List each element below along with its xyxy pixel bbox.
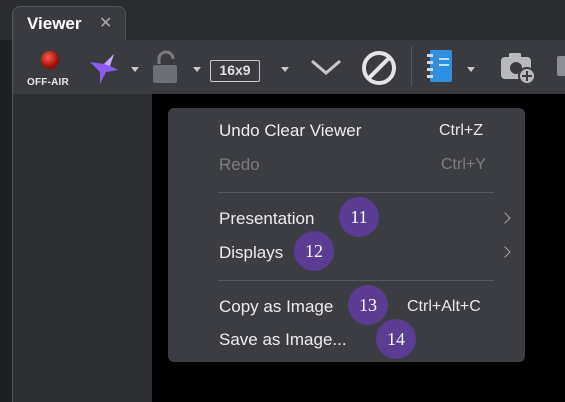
- bird-logo-icon[interactable]: [88, 52, 128, 86]
- context-menu: Undo Clear Viewer Ctrl+Z Redo Ctrl+Y Pre…: [168, 108, 525, 362]
- menu-item-presentation[interactable]: Presentation: [219, 209, 314, 229]
- menu-item-displays[interactable]: Displays: [219, 243, 283, 263]
- toolbar: OFF-AIR: [12, 40, 565, 94]
- left-panel: [12, 94, 152, 402]
- menu-item-redo[interactable]: Redo: [219, 155, 260, 175]
- notebook-icon[interactable]: [425, 48, 459, 88]
- aspect-ratio-icon[interactable]: 16x9: [210, 60, 260, 82]
- truncated-toolbar-icon[interactable]: [557, 56, 565, 76]
- menu-item-undo-clear-viewer[interactable]: Undo Clear Viewer: [219, 121, 361, 141]
- shortcut-copy-as-image: Ctrl+Alt+C: [407, 298, 481, 315]
- shortcut-undo: Ctrl+Z: [439, 122, 483, 139]
- callout-badge: 11: [339, 197, 379, 237]
- toolbar-divider: [411, 46, 412, 86]
- tab-strip: Viewer ✕: [0, 0, 565, 40]
- menu-item-save-as-image[interactable]: Save as Image...: [219, 330, 347, 350]
- camera-add-icon[interactable]: [497, 48, 541, 88]
- no-entry-icon[interactable]: [359, 48, 399, 88]
- tab-viewer[interactable]: Viewer ✕: [12, 6, 126, 40]
- lock-icon[interactable]: [149, 50, 183, 86]
- offair-label: OFF-AIR: [27, 77, 69, 88]
- tab-label: Viewer: [27, 14, 82, 33]
- shortcut-redo: Ctrl+Y: [441, 156, 486, 173]
- menu-item-copy-as-image[interactable]: Copy as Image: [219, 297, 333, 317]
- callout-badge: 12: [294, 231, 334, 271]
- callout-badge: 13: [348, 285, 388, 325]
- submenu-arrow-icon: [499, 246, 511, 258]
- callout-badge: 14: [376, 319, 416, 359]
- chevron-down-icon[interactable]: [281, 67, 289, 72]
- chevron-down-icon[interactable]: [467, 67, 475, 72]
- chevron-down-icon[interactable]: [309, 56, 343, 78]
- submenu-arrow-icon: [499, 212, 511, 224]
- menu-separator: [218, 280, 494, 281]
- close-icon[interactable]: ✕: [99, 13, 112, 33]
- chevron-down-icon[interactable]: [131, 67, 139, 72]
- chevron-down-icon[interactable]: [193, 67, 201, 72]
- menu-separator: [218, 192, 494, 193]
- record-light-icon[interactable]: [41, 51, 59, 69]
